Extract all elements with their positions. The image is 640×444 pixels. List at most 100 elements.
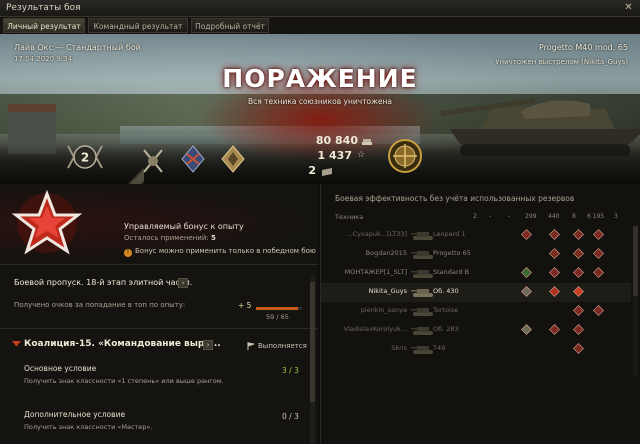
header-col-7: 6 195 (587, 213, 605, 220)
efficiency-marker-icon[interactable] (549, 267, 560, 278)
tank-name: Leopard 1 (433, 230, 466, 238)
medal-shield-icon[interactable] (180, 144, 206, 174)
info-icon: ! (124, 249, 132, 257)
battle-pass-progress-fill (256, 307, 298, 310)
credits-icon (362, 139, 372, 145)
xp-bonus-card: Управляемый бонус к опыту Осталось приме… (0, 184, 318, 262)
tab-bar: Личный результат Командный результат Под… (0, 17, 640, 34)
battle-pass-progress-text: 59 / 65 (266, 313, 289, 321)
battle-date: 17.04.2020 9:34 (14, 55, 73, 63)
player-row[interactable]: VladislavKorolyuk... Об. 283 (321, 321, 631, 340)
battle-pass-label: Получено очков за попадание в топ по опы… (14, 301, 186, 309)
divider (0, 328, 318, 329)
battle-pass-open-button[interactable]: › (178, 278, 188, 288)
player-row[interactable]: Bogdan2015 Progetto 65 (321, 245, 631, 264)
personal-panel: Управляемый бонус к опыту Осталось приме… (0, 184, 318, 444)
coalition-status: Выполняется (258, 342, 307, 350)
player-row[interactable]: Skris T49 (321, 340, 631, 359)
header-col-5: 440 (548, 213, 560, 220)
player-row[interactable]: plenkin_sanya Tortoise (321, 302, 631, 321)
efficiency-marker-icon[interactable] (593, 229, 604, 240)
achievement-emblem-icon[interactable] (385, 137, 425, 175)
player-name: plenkin_sanya (360, 306, 407, 314)
player-row[interactable]: Nikita_Guys Об. 430 (321, 283, 631, 302)
tab-personal-result[interactable]: Личный результат (3, 18, 85, 33)
coalition-open-button[interactable]: › (203, 340, 213, 350)
header-col-1: 2 (473, 213, 477, 220)
battle-pass-points: + 5 (238, 301, 252, 310)
battle-mode: Лайв Окс — Стандартный бой (14, 43, 141, 52)
tab-detailed-report[interactable]: Подробный отчёт (191, 18, 269, 33)
extra-condition-value: 0 / 3 (282, 412, 299, 421)
efficiency-marker-icon[interactable] (549, 286, 560, 297)
player-name: Nikita_Guys (368, 287, 407, 295)
tank-name: Progetto 65 (433, 249, 471, 257)
header-tech: Техника (335, 213, 364, 221)
player-name: МОНТАЖЕР[1_SLT] (344, 268, 407, 276)
battle-result: ПОРАЖЕНИЕ (222, 64, 418, 93)
efficiency-title: Боевая эффективность без учёта использов… (335, 194, 575, 203)
window-titlebar: Результаты боя ✕ (0, 0, 640, 17)
player-name: Skris (391, 344, 407, 352)
crystals-earned: 2 (308, 164, 316, 177)
chevron-down-icon[interactable] (12, 341, 21, 347)
divider (0, 264, 318, 265)
efficiency-marker-icon[interactable] (521, 229, 532, 240)
tab-team-result[interactable]: Командный результат (88, 18, 188, 33)
tank-name: Об. 283 (433, 325, 459, 333)
header-col-4: 299 (525, 213, 537, 220)
right-scrollbar-thumb[interactable] (633, 226, 638, 296)
window-title: Результаты боя (6, 3, 81, 13)
efficiency-marker-icon[interactable] (521, 267, 532, 278)
efficiency-header: Техника 2 - - 299 440 8 6 195 3 (321, 210, 640, 224)
efficiency-marker-icon[interactable] (573, 324, 584, 335)
efficiency-marker-icon[interactable] (549, 324, 560, 335)
flag-icon (247, 342, 255, 350)
player-row[interactable]: МОНТАЖЕР[1_SLT] Standard B (321, 264, 631, 283)
bonus-note-text: Бонус можно применить только в победном … (135, 247, 316, 255)
xp-star-icon: ☆ (357, 150, 366, 160)
result-reason: Вся техника союзников уничтожена (247, 97, 393, 106)
medal-crossed-swords-icon[interactable] (140, 146, 166, 176)
efficiency-marker-icon[interactable] (521, 286, 532, 297)
player-name: ...Cyxapuk...[LT33] (346, 230, 407, 238)
main-condition-value: 3 / 3 (282, 366, 299, 375)
right-scrollbar[interactable] (633, 226, 638, 376)
efficiency-marker-icon[interactable] (573, 248, 584, 259)
tank-name: Standard B (433, 268, 470, 276)
header-col-2: - (489, 213, 492, 220)
efficiency-marker-icon[interactable] (573, 229, 584, 240)
left-scrollbar[interactable] (310, 274, 315, 444)
extra-condition-desc: Получить знак классности «Мастер». (24, 423, 153, 431)
efficiency-marker-icon[interactable] (573, 343, 584, 354)
rank-value: 2 (81, 151, 89, 165)
rank-badge-icon: 2 (67, 145, 103, 169)
efficiency-marker-icon[interactable] (593, 267, 604, 278)
efficiency-marker-icon[interactable] (573, 267, 584, 278)
extra-condition-title: Дополнительное условие (24, 410, 126, 419)
efficiency-marker-icon[interactable] (593, 305, 604, 316)
medal-diamond-icon[interactable] (220, 144, 246, 174)
bonus-uses: Осталось применений: 5 (124, 234, 216, 242)
bonus-uses-label: Осталось применений: (124, 234, 209, 242)
battle-pass-title: Боевой пропуск. 18-й этап элитной части. (14, 278, 193, 287)
coalition-title: Коалиция-15. «Командование выра... (24, 339, 221, 349)
header-col-3: - (508, 213, 511, 220)
efficiency-marker-icon[interactable] (573, 305, 584, 316)
efficiency-marker-icon[interactable] (549, 248, 560, 259)
efficiency-marker-icon[interactable] (573, 286, 584, 297)
battle-pass-progress-bar (256, 307, 302, 310)
credits-earned: 80 840 (315, 134, 358, 147)
efficiency-marker-icon[interactable] (549, 229, 560, 240)
efficiency-marker-icon[interactable] (521, 324, 532, 335)
left-scrollbar-thumb[interactable] (310, 282, 315, 402)
efficiency-marker-icon[interactable] (593, 248, 604, 259)
tank-name: T49 (433, 344, 446, 352)
player-row[interactable]: ...Cyxapuk...[LT33] Leopard 1 (321, 226, 631, 245)
close-icon[interactable]: ✕ (621, 1, 636, 15)
tank-name: Tortoise (433, 306, 459, 314)
xp-earned: 1 437 (317, 149, 352, 162)
bonus-uses-value: 5 (211, 234, 216, 242)
player-name: VladislavKorolyuk... (343, 325, 407, 333)
main-condition-title: Основное условие (24, 364, 97, 373)
